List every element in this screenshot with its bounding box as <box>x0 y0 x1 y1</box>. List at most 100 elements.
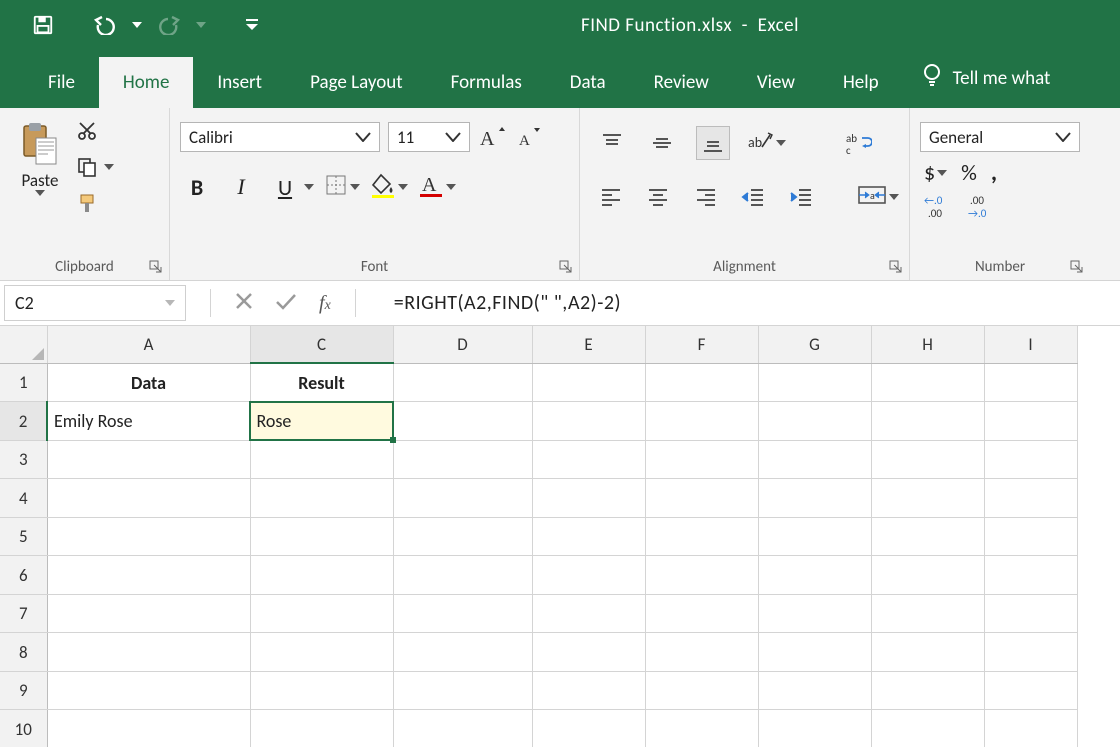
cell-D6[interactable] <box>393 556 532 595</box>
cell-A4[interactable] <box>47 479 250 518</box>
alignment-dialog-launcher[interactable] <box>889 260 903 274</box>
cell-E6[interactable] <box>532 556 645 595</box>
cell-D8[interactable] <box>393 633 532 672</box>
comma-style-button[interactable]: , <box>991 158 997 187</box>
row-header-9[interactable]: 9 <box>0 671 47 710</box>
font-size-combo[interactable]: 11 <box>388 122 470 152</box>
cell-E8[interactable] <box>532 633 645 672</box>
cell-G1[interactable] <box>758 363 871 402</box>
row-header-4[interactable]: 4 <box>0 479 47 518</box>
row-header-1[interactable]: 1 <box>0 363 47 402</box>
cell-H3[interactable] <box>871 440 984 479</box>
paste-button[interactable]: Paste <box>10 114 70 197</box>
decrease-decimal-button[interactable]: .00→.0 <box>968 193 998 225</box>
tell-me[interactable]: Tell me what <box>903 48 1075 108</box>
grow-font-button[interactable]: A <box>478 122 508 152</box>
cell-G5[interactable] <box>758 517 871 556</box>
cell-C5[interactable] <box>250 517 393 556</box>
cell-D3[interactable] <box>393 440 532 479</box>
column-header-H[interactable]: H <box>871 326 984 363</box>
cell-C7[interactable] <box>250 594 393 633</box>
borders-button[interactable] <box>324 173 360 201</box>
cell-D7[interactable] <box>393 594 532 633</box>
cell-D5[interactable] <box>393 517 532 556</box>
paste-dropdown[interactable] <box>35 189 45 197</box>
cell-I7[interactable] <box>984 594 1077 633</box>
cell-G3[interactable] <box>758 440 871 479</box>
cell-H10[interactable] <box>871 710 984 747</box>
save-icon[interactable] <box>32 14 54 36</box>
increase-indent-button[interactable] <box>786 181 816 213</box>
increase-decimal-button[interactable]: ←.0.00 <box>924 193 954 225</box>
cell-F9[interactable] <box>645 671 758 710</box>
cell-F4[interactable] <box>645 479 758 518</box>
cell-F7[interactable] <box>645 594 758 633</box>
name-box[interactable]: C2 <box>4 285 186 321</box>
cell-G9[interactable] <box>758 671 871 710</box>
row-header-2[interactable]: 2 <box>0 402 47 441</box>
formula-input[interactable]: =RIGHT(A2,FIND(" ",A2)-2) <box>376 291 1120 315</box>
insert-function-button[interactable]: fx <box>319 292 331 315</box>
cell-F6[interactable] <box>645 556 758 595</box>
cell-C6[interactable] <box>250 556 393 595</box>
tab-home[interactable]: Home <box>99 57 194 108</box>
cell-I8[interactable] <box>984 633 1077 672</box>
cell-F1[interactable] <box>645 363 758 402</box>
cell-E3[interactable] <box>532 440 645 479</box>
align-left-button[interactable] <box>596 181 626 213</box>
worksheet-grid[interactable]: ACDEFGHI1DataResult2Emily RoseRose345678… <box>0 326 1120 747</box>
cell-G7[interactable] <box>758 594 871 633</box>
cell-H1[interactable] <box>871 363 984 402</box>
cell-H9[interactable] <box>871 671 984 710</box>
cell-C1[interactable]: Result <box>250 363 393 402</box>
cell-C8[interactable] <box>250 633 393 672</box>
cell-E2[interactable] <box>532 402 645 441</box>
row-header-7[interactable]: 7 <box>0 594 47 633</box>
cell-D10[interactable] <box>393 710 532 747</box>
cell-A8[interactable] <box>47 633 250 672</box>
clipboard-dialog-launcher[interactable] <box>149 260 163 274</box>
cell-D9[interactable] <box>393 671 532 710</box>
accounting-format-button[interactable]: $ <box>924 159 947 186</box>
align-middle-button[interactable] <box>646 127 678 159</box>
row-header-6[interactable]: 6 <box>0 556 47 595</box>
cell-F10[interactable] <box>645 710 758 747</box>
cell-F2[interactable] <box>645 402 758 441</box>
cell-F3[interactable] <box>645 440 758 479</box>
tab-formulas[interactable]: Formulas <box>427 57 546 108</box>
tab-file[interactable]: File <box>24 57 99 108</box>
cell-I6[interactable] <box>984 556 1077 595</box>
format-painter-button[interactable] <box>76 190 114 216</box>
cell-E1[interactable] <box>532 363 645 402</box>
customize-qat[interactable] <box>244 18 260 32</box>
cell-I5[interactable] <box>984 517 1077 556</box>
cell-A1[interactable]: Data <box>47 363 250 402</box>
align-right-button[interactable] <box>691 181 721 213</box>
column-header-A[interactable]: A <box>47 326 250 363</box>
cancel-formula-button[interactable] <box>235 292 253 314</box>
percent-button[interactable]: % <box>961 159 977 186</box>
cell-H4[interactable] <box>871 479 984 518</box>
cell-I9[interactable] <box>984 671 1077 710</box>
shrink-font-button[interactable]: A <box>516 122 546 152</box>
cell-I3[interactable] <box>984 440 1077 479</box>
cell-A9[interactable] <box>47 671 250 710</box>
cell-E9[interactable] <box>532 671 645 710</box>
column-header-G[interactable]: G <box>758 326 871 363</box>
cell-D1[interactable] <box>393 363 532 402</box>
cell-H7[interactable] <box>871 594 984 633</box>
tab-page-layout[interactable]: Page Layout <box>286 57 427 108</box>
cell-A7[interactable] <box>47 594 250 633</box>
orientation-button[interactable]: ab <box>748 129 786 157</box>
column-header-C[interactable]: C <box>250 326 393 363</box>
cell-A5[interactable] <box>47 517 250 556</box>
column-header-I[interactable]: I <box>984 326 1077 363</box>
fill-color-button[interactable] <box>370 172 408 202</box>
cell-G8[interactable] <box>758 633 871 672</box>
cell-F5[interactable] <box>645 517 758 556</box>
number-dialog-launcher[interactable] <box>1070 260 1084 274</box>
row-header-10[interactable]: 10 <box>0 710 47 747</box>
cell-C10[interactable] <box>250 710 393 747</box>
cell-E7[interactable] <box>532 594 645 633</box>
underline-button[interactable]: U <box>268 168 314 206</box>
